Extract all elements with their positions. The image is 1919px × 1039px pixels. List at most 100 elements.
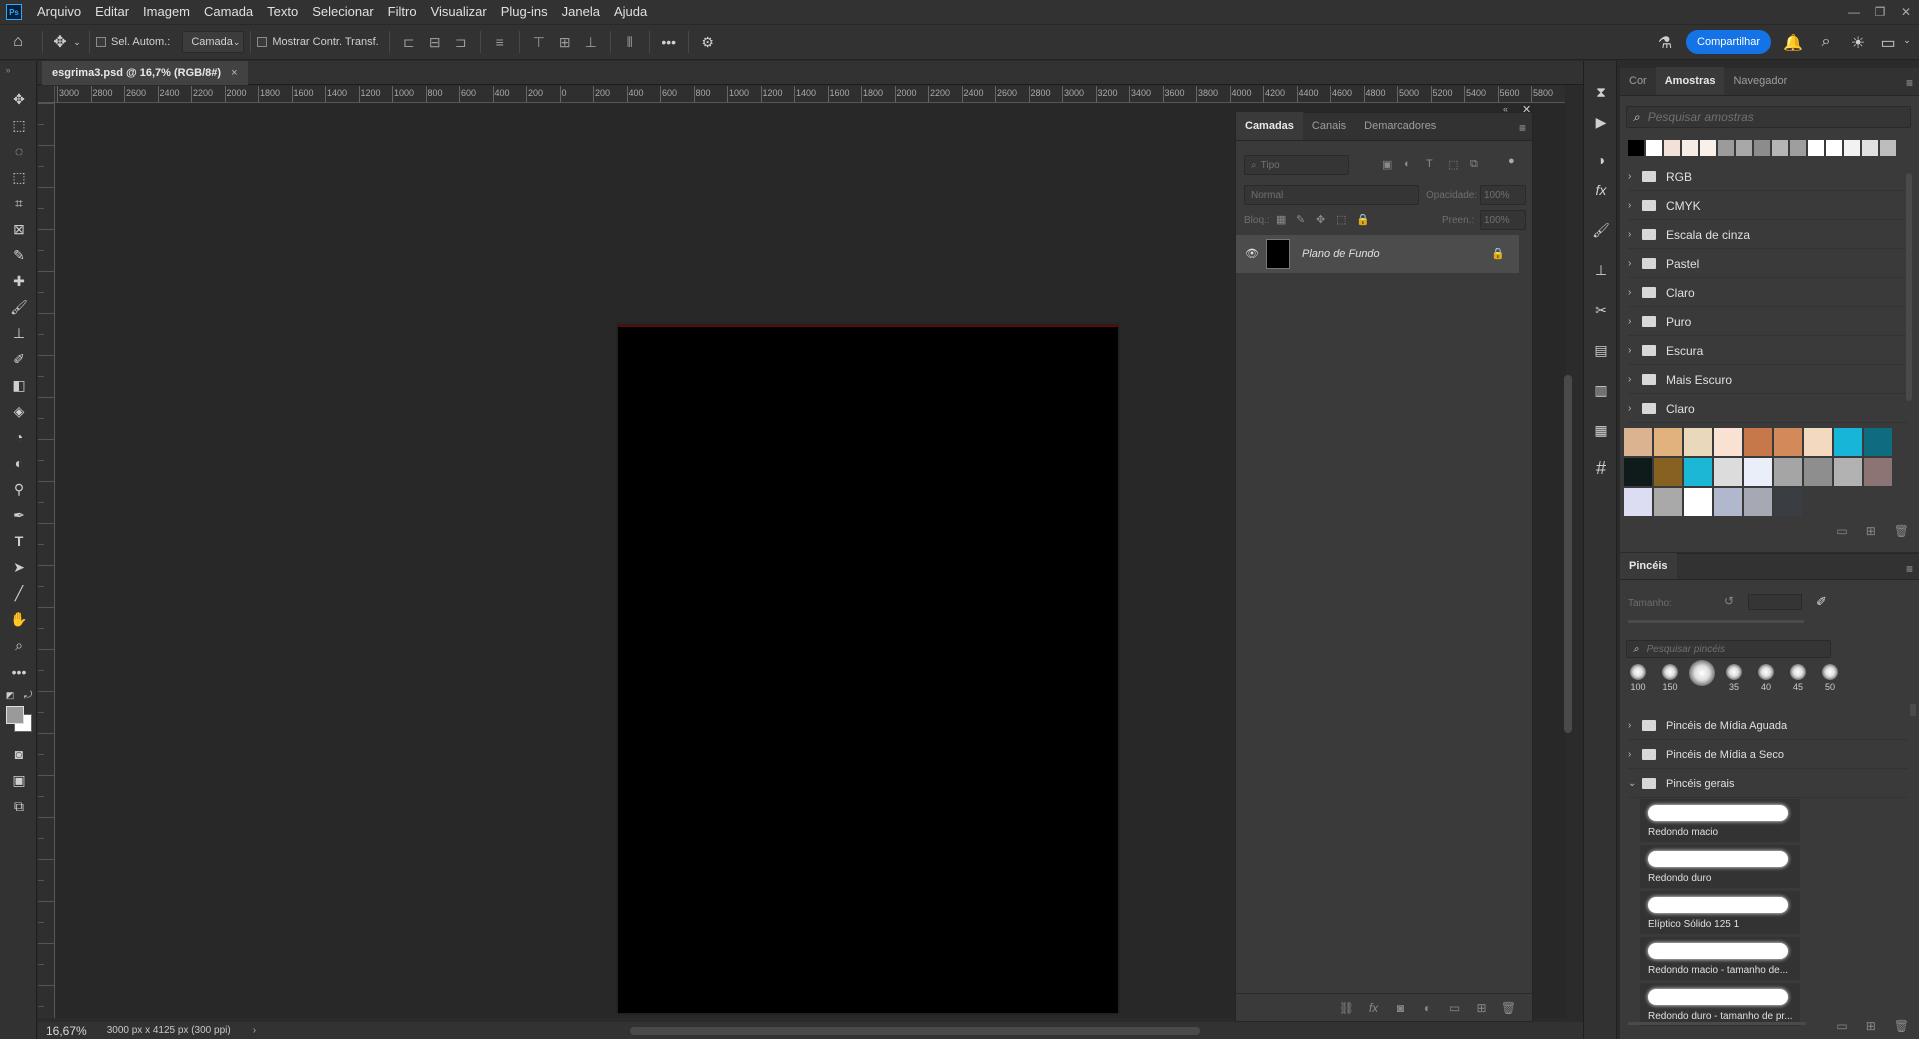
swatch[interactable] (1646, 140, 1662, 156)
fill-input[interactable]: 100% (1480, 210, 1526, 230)
auto-select-checkbox[interactable] (96, 37, 106, 47)
brush-tip[interactable]: 45 (1784, 664, 1812, 692)
restore-icon[interactable]: ❐ (1867, 0, 1893, 24)
artboard-icon[interactable]: ⧉ (8, 795, 30, 817)
brush-tip[interactable]: 35 (1720, 664, 1748, 692)
zoom-tool-icon[interactable]: ⌕ (8, 634, 30, 656)
close-icon[interactable]: ✕ (1522, 103, 1531, 116)
swatch-folder[interactable]: › Pastel (1628, 250, 1908, 278)
tab-amostras[interactable]: Amostras (1655, 67, 1725, 95)
quick-mask-icon[interactable]: ◙ (8, 743, 30, 765)
tab-pinceis[interactable]: Pincéis (1620, 553, 1677, 579)
tab-canais[interactable]: Canais (1303, 112, 1355, 140)
discover-icon[interactable]: ☀ (1848, 33, 1868, 53)
menu-arquivo[interactable]: Arquivo (30, 0, 88, 24)
libraries-icon[interactable]: ▦ (1592, 421, 1610, 439)
menu-janela[interactable]: Janela (555, 0, 607, 24)
gear-icon[interactable]: ⚙ (699, 33, 717, 51)
swatch-folder[interactable]: › Claro (1628, 279, 1908, 307)
swatch[interactable] (1684, 458, 1712, 486)
swatch[interactable] (1804, 458, 1832, 486)
align-top-icon[interactable]: ⊤ (530, 33, 548, 51)
foreground-color-swatch[interactable] (6, 706, 24, 724)
reset-icon[interactable]: ↺ (1724, 594, 1734, 608)
document-tab[interactable]: esgrima3.psd @ 16,7% (RGB/8#) × (42, 61, 248, 85)
swatch[interactable] (1844, 140, 1860, 156)
brush-item[interactable]: Redondo macio (1640, 799, 1800, 843)
close-window-icon[interactable]: ✕ (1893, 0, 1919, 24)
horizontal-scrollbar[interactable] (630, 1027, 1200, 1035)
swatch[interactable] (1736, 140, 1752, 156)
filter-type-icon[interactable]: T (1426, 158, 1433, 170)
distribute-vertical-icon[interactable]: ⫴ (621, 33, 639, 51)
brush-preview-slider[interactable] (1628, 1022, 1806, 1025)
history-icon[interactable]: ⧗ (1592, 83, 1610, 101)
swatch[interactable] (1682, 140, 1698, 156)
folder-icon[interactable]: ▭ (1836, 1019, 1847, 1033)
swatch[interactable] (1772, 140, 1788, 156)
new-swatch-icon[interactable]: ⊞ (1866, 524, 1876, 538)
gradients-icon[interactable]: ▥ (1592, 381, 1610, 399)
folder-icon[interactable]: ▭ (1836, 524, 1847, 538)
align-bottom-icon[interactable]: ⊥ (582, 33, 600, 51)
swatch[interactable] (1880, 140, 1896, 156)
brush-tool-icon[interactable]: 🖌 (8, 296, 30, 318)
screen-mode-icon[interactable]: ▣ (8, 769, 30, 791)
brush-item[interactable]: Redondo duro - tamanho de pr... (1640, 983, 1800, 1027)
filter-shape-icon[interactable]: ⬚ (1448, 158, 1458, 171)
lock-position-icon[interactable]: ✥ (1316, 213, 1325, 226)
opacity-input[interactable]: 100% (1480, 185, 1526, 205)
default-colors-icon[interactable]: ◩ (4, 689, 16, 701)
swatch[interactable] (1774, 458, 1802, 486)
swatch[interactable] (1744, 488, 1772, 516)
document-canvas[interactable] (618, 325, 1118, 1013)
swatch[interactable] (1744, 458, 1772, 486)
brush-folder[interactable]: › Pincéis de Mídia Aguada (1628, 712, 1908, 740)
menu-plugins[interactable]: Plug-ins (494, 0, 555, 24)
stamp-tool-icon[interactable]: ⊥ (8, 322, 30, 344)
type-tool-icon[interactable]: T (8, 530, 30, 552)
move-tool-icon[interactable]: ✥ (49, 32, 71, 52)
new-layer-icon[interactable]: ⊞ (1468, 1001, 1495, 1015)
search-icon[interactable]: ⌕ (1816, 33, 1836, 51)
filter-toggle-icon[interactable]: ● (1508, 155, 1515, 167)
collapse-panels-icon[interactable]: « (1503, 104, 1508, 114)
add-mask-icon[interactable]: ◙ (1387, 1001, 1414, 1015)
swatch[interactable] (1624, 428, 1652, 456)
filter-adjustment-icon[interactable]: ◐ (1404, 158, 1411, 170)
brush-tip[interactable]: 150 (1656, 664, 1684, 692)
swatch[interactable] (1654, 428, 1682, 456)
path-select-tool-icon[interactable]: ➤ (8, 556, 30, 578)
swatch[interactable] (1804, 428, 1832, 456)
lasso-tool-icon[interactable]: ◌ (8, 140, 30, 162)
zoom-level[interactable]: 16,67% (46, 1024, 87, 1038)
trash-icon[interactable]: 🗑 (1894, 524, 1909, 538)
filter-pixel-icon[interactable]: ▣ (1382, 158, 1392, 171)
swatch[interactable] (1774, 488, 1802, 516)
minimize-icon[interactable]: — (1841, 0, 1867, 24)
swatch-folder[interactable]: › Puro (1628, 308, 1908, 336)
styles-fx-icon[interactable]: fx (1592, 181, 1610, 199)
share-button[interactable]: Compartilhar (1686, 30, 1771, 54)
flask-icon[interactable]: ⚗ (1655, 33, 1675, 53)
layer-row[interactable]: 👁 Plano de Fundo 🔒 (1236, 235, 1519, 273)
swatch-folder[interactable]: › Mais Escuro (1628, 366, 1908, 394)
align-left-icon[interactable]: ⊏ (400, 33, 418, 51)
chevron-right-icon[interactable]: › (253, 1025, 256, 1036)
swatch[interactable] (1718, 140, 1734, 156)
edit-toolbar-icon[interactable]: ••• (8, 661, 30, 683)
actions-play-icon[interactable]: ▶ (1592, 113, 1610, 131)
layer-name[interactable]: Plano de Fundo (1302, 248, 1380, 260)
swatch[interactable] (1714, 488, 1742, 516)
lock-artboard-icon[interactable]: ⬚ (1336, 213, 1346, 226)
lock-all-icon[interactable]: 🔒 (1356, 213, 1370, 226)
tool-presets-icon[interactable]: ✂ (1592, 301, 1610, 319)
link-layers-icon[interactable]: ⛓ (1333, 1001, 1360, 1015)
brush-size-input[interactable] (1748, 594, 1802, 610)
more-options-icon[interactable]: ••• (660, 33, 678, 51)
swatch-folder[interactable]: › Claro (1628, 395, 1908, 423)
align-middle-icon[interactable]: ⊞ (556, 33, 574, 51)
swatch[interactable] (1744, 428, 1772, 456)
history-brush-tool-icon[interactable]: ✐ (8, 348, 30, 370)
brush-tip[interactable] (1688, 660, 1716, 688)
